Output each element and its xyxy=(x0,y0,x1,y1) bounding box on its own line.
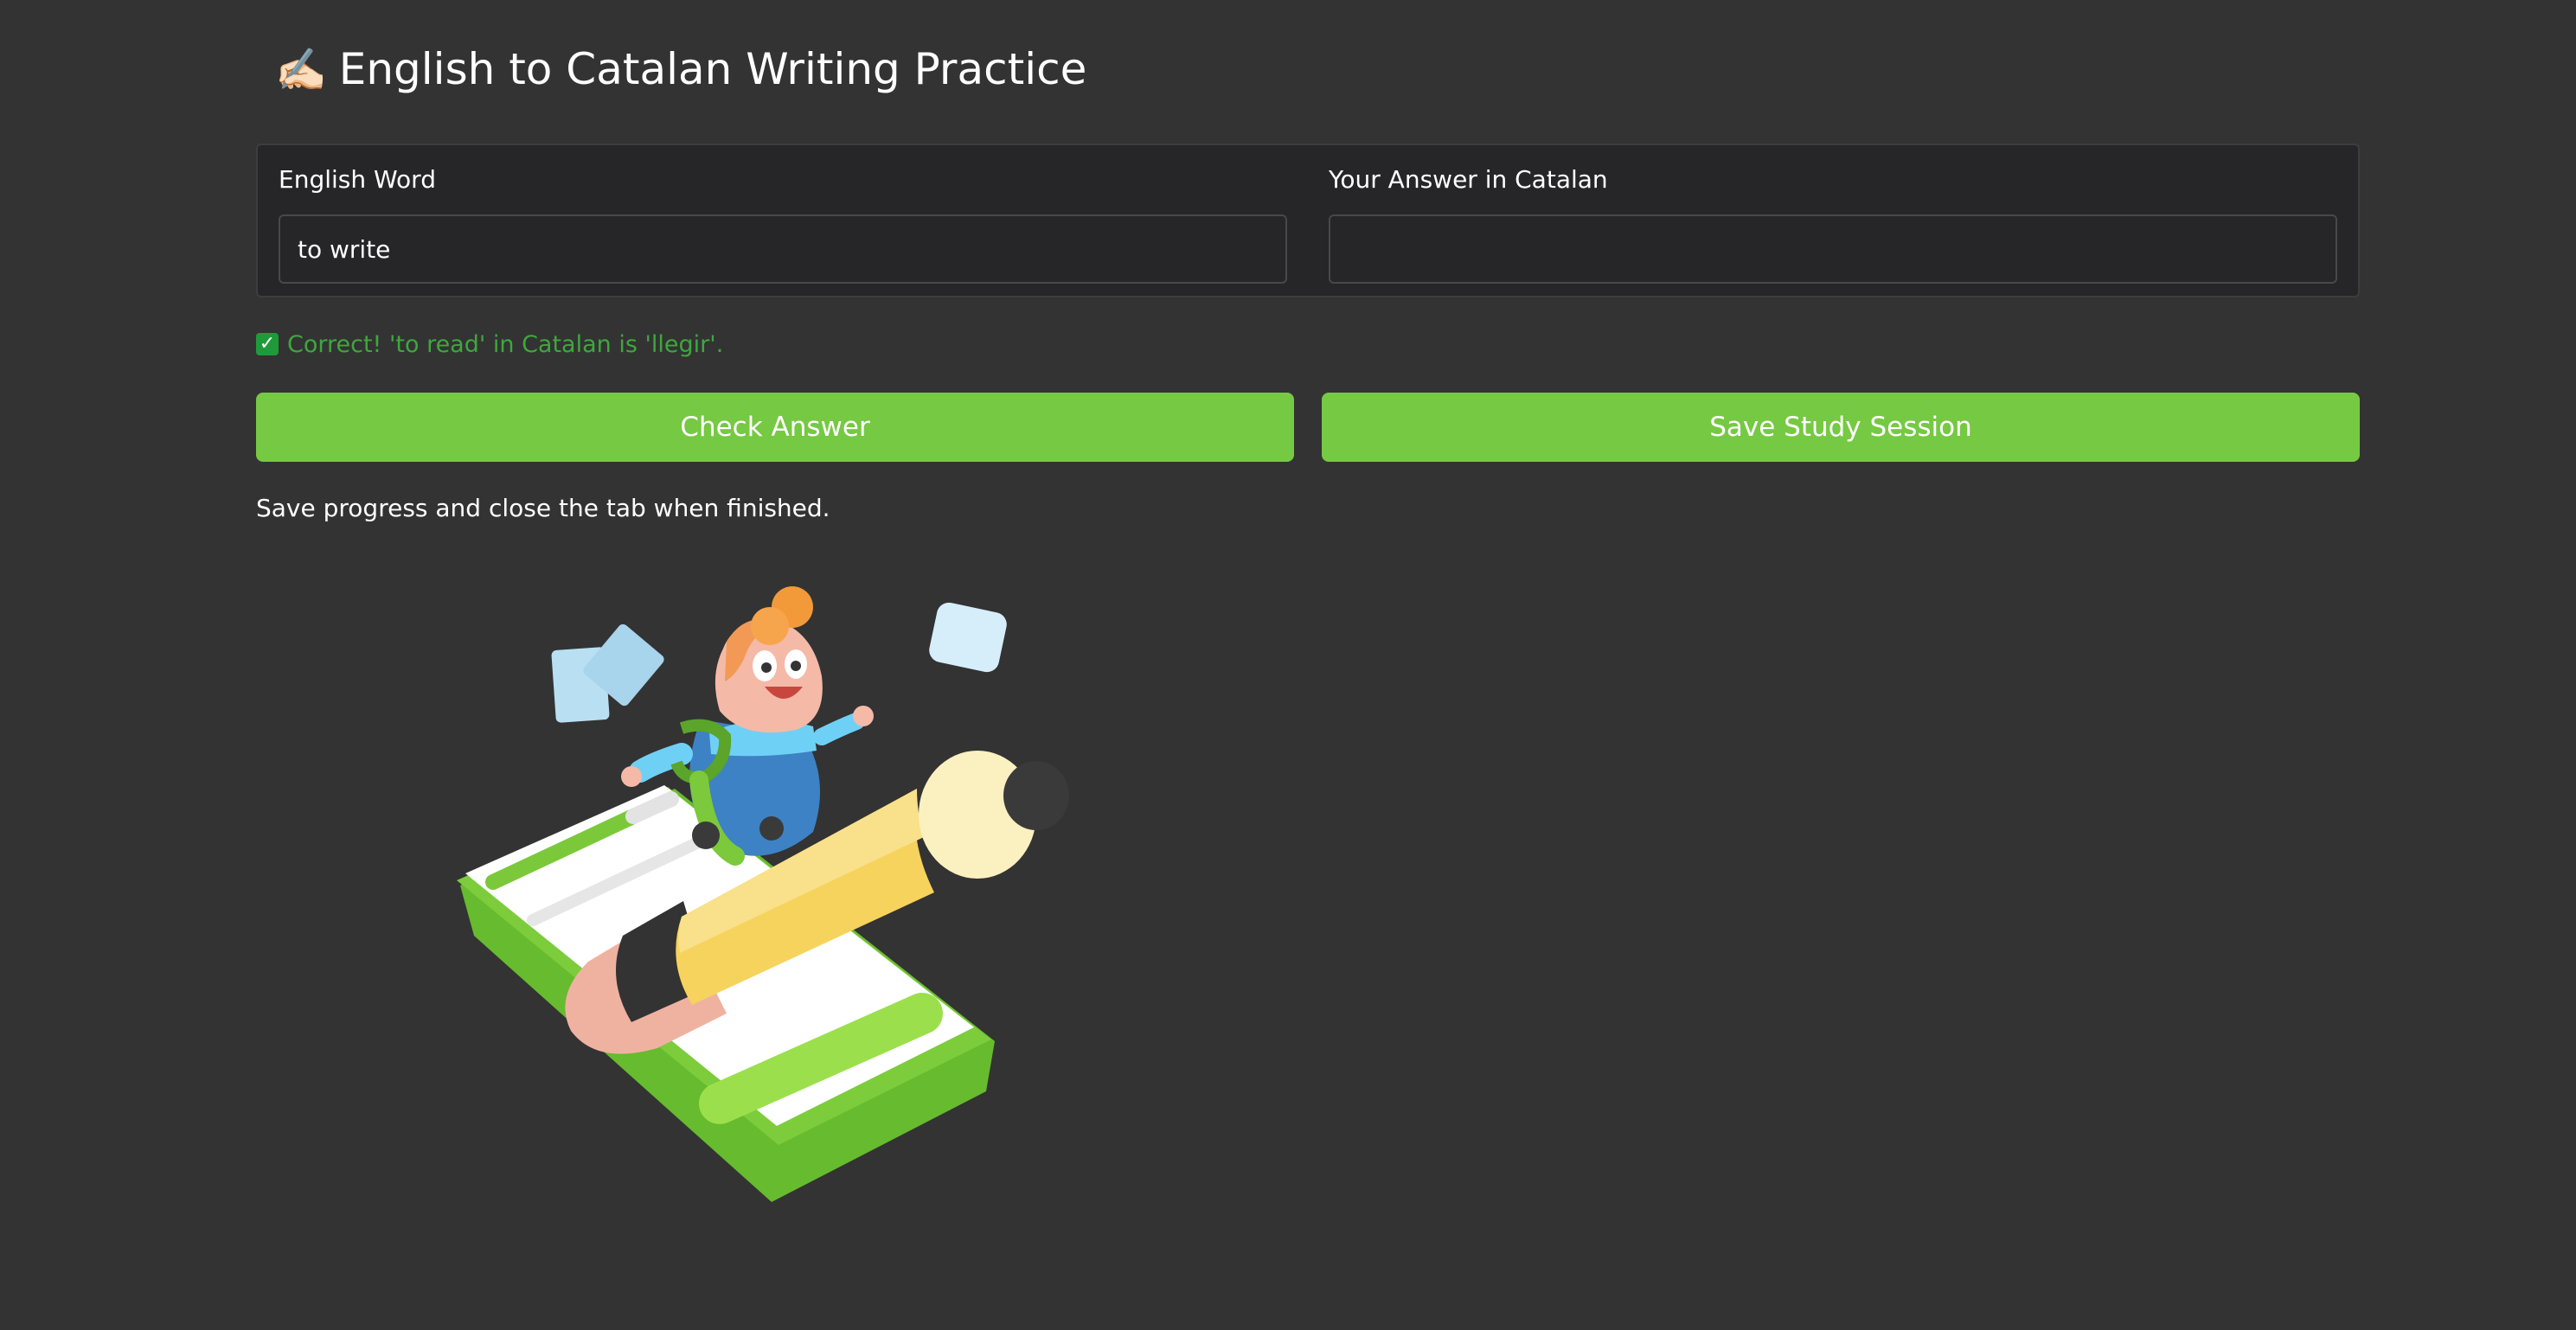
page: ✍🏻 English to Catalan Writing Practice E… xyxy=(0,0,2576,1330)
feedback-text: Correct! 'to read' in Catalan is 'llegir… xyxy=(287,330,724,358)
catalan-answer-label: Your Answer in Catalan xyxy=(1329,165,1608,194)
page-title-text: English to Catalan Writing Practice xyxy=(338,44,1087,94)
writing-hand-icon: ✍🏻 xyxy=(275,45,327,94)
catalan-answer-input[interactable] xyxy=(1329,214,2337,284)
check-answer-button[interactable]: Check Answer xyxy=(256,393,1294,462)
catalan-answer-field: Your Answer in Catalan xyxy=(1329,163,2337,284)
character-writing-illustration xyxy=(457,586,1069,1202)
instruction-note: Save progress and close the tab when fin… xyxy=(256,494,830,522)
english-word-label: English Word xyxy=(279,165,436,194)
feedback-message: ✓ Correct! 'to read' in Catalan is 'lleg… xyxy=(256,327,723,361)
save-study-session-button[interactable]: Save Study Session xyxy=(1322,393,2360,462)
page-title: ✍🏻 English to Catalan Writing Practice xyxy=(275,35,1086,104)
input-panel: English Word Your Answer in Catalan xyxy=(256,144,2360,297)
check-mark-icon: ✓ xyxy=(256,333,279,355)
english-word-input[interactable] xyxy=(279,214,1287,284)
english-word-field: English Word xyxy=(279,163,1287,284)
